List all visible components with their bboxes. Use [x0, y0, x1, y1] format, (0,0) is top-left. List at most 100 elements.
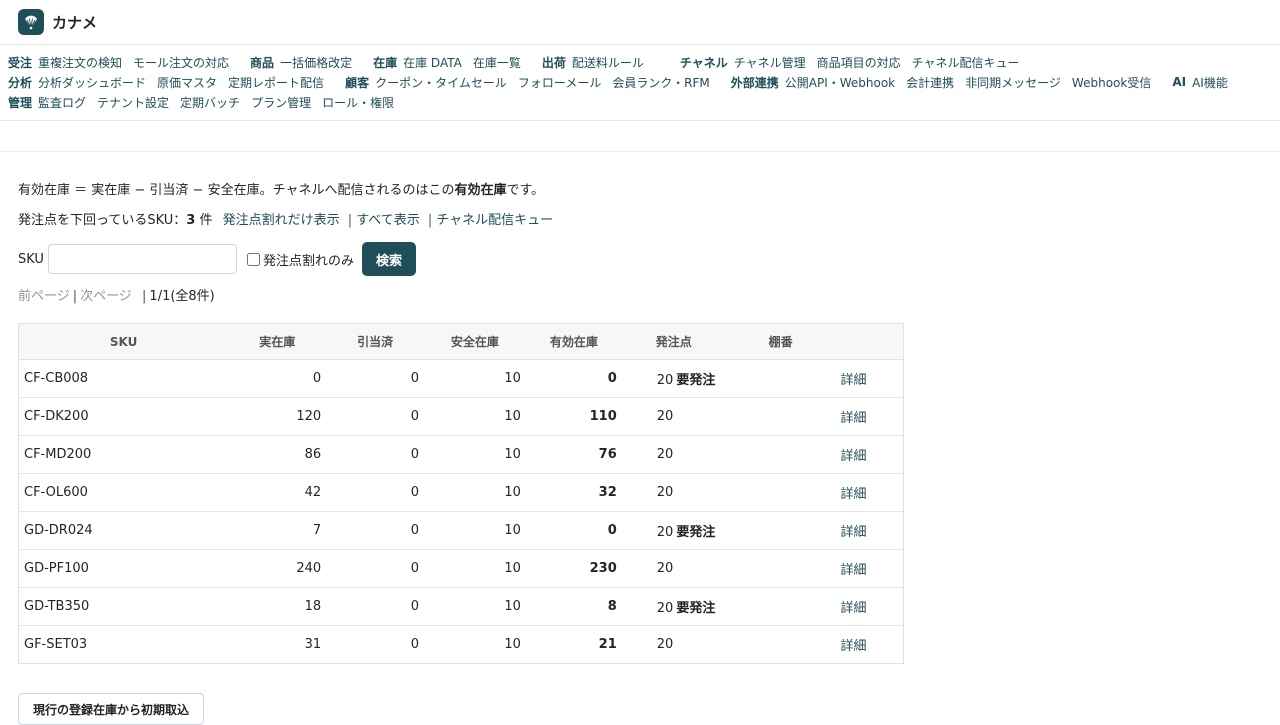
- reorder-value: 20: [656, 373, 674, 388]
- nav-link[interactable]: 分析ダッシュボード: [38, 74, 146, 91]
- nav-link[interactable]: ロール・権限: [322, 94, 394, 111]
- nav-category: AI: [1172, 75, 1187, 89]
- detail-link[interactable]: 詳細: [841, 449, 867, 464]
- reorder-only-checkbox[interactable]: [246, 252, 260, 266]
- nav-link[interactable]: 会計連携: [906, 74, 954, 91]
- reorder-unit: 件: [199, 213, 213, 228]
- column-header-stock[interactable]: 実在庫: [228, 323, 327, 360]
- nav-link[interactable]: フォローメール: [518, 74, 602, 91]
- sku-cell: GD-DR024: [18, 511, 229, 550]
- sku-cell: GF-SET03: [18, 625, 229, 664]
- search-button[interactable]: 検索: [361, 242, 416, 276]
- next-page-link[interactable]: 次ページ: [80, 289, 132, 304]
- nav-link[interactable]: クーポン・タイムセール: [375, 74, 507, 91]
- nav-link[interactable]: Webhook受信: [1072, 74, 1151, 91]
- column-header-effective[interactable]: 有効在庫: [525, 323, 622, 360]
- nav-link[interactable]: プラン管理: [251, 94, 311, 111]
- nav-link[interactable]: 配送料ルール: [572, 54, 644, 71]
- column-header-safety[interactable]: 安全在庫: [424, 323, 526, 360]
- action-cell: 詳細: [835, 397, 904, 436]
- main-nav: 受注 重複注文の検知 モール注文の対応 商品 一括価格改定 在庫 在庫 DATA 在庫一覧 出荷…: [0, 44, 1280, 121]
- nav-link[interactable]: 重複注文の検知: [38, 54, 122, 71]
- reorder-required-badge: 要発注: [676, 373, 716, 388]
- nav-category: 管理: [8, 95, 33, 110]
- nav-link[interactable]: AI機能: [1192, 74, 1228, 91]
- reorder-value: 20: [656, 637, 674, 652]
- nav-category: チャネル: [679, 55, 728, 70]
- reorder-value: 20: [656, 447, 674, 462]
- nav-link[interactable]: 原価マスタ: [157, 74, 217, 91]
- main-content: 有効在庫 ＝ 実在庫 − 引当済 − 安全在庫。チャネルへ配信されるのはこの有効…: [0, 152, 1280, 664]
- column-header-shelf[interactable]: 棚番: [725, 323, 836, 360]
- sku-input[interactable]: [47, 244, 237, 274]
- nav-link[interactable]: テナント設定: [97, 94, 169, 111]
- nav-row: 受注 重複注文の検知 モール注文の対応 商品 一括価格改定 在庫 在庫 DATA 在庫一覧 出荷…: [8, 52, 1280, 72]
- allocated-cell: 0: [326, 625, 424, 664]
- sub-bar: [0, 121, 1280, 152]
- allocated-cell: 0: [326, 359, 424, 398]
- fan-icon[interactable]: [18, 9, 44, 35]
- action-cell: 詳細: [835, 511, 904, 550]
- column-header-reorder[interactable]: 発注点: [621, 323, 726, 360]
- reorder-value: 20: [656, 409, 674, 424]
- inventory-table: SKU 実在庫 引当済 安全在庫 有効在庫 発注点 棚番 CF-CB008 0 0 1…: [18, 323, 904, 664]
- nav-link[interactable]: モール注文の対応: [133, 54, 229, 71]
- nav-link[interactable]: 在庫一覧: [473, 54, 521, 71]
- shelf-cell: [725, 549, 836, 588]
- sku-cell: CF-MD200: [18, 435, 229, 474]
- reorder-value: 20: [656, 525, 674, 540]
- nav-group: 管理 監査ログ テナント設定 定期バッチ プラン管理 ロール・権限: [8, 94, 405, 111]
- nav-category: 外部連携: [730, 75, 779, 90]
- prev-page-link[interactable]: 前ページ: [18, 289, 70, 304]
- detail-link[interactable]: 詳細: [841, 639, 867, 654]
- nav-link[interactable]: チャネル配信キュー: [912, 54, 1020, 71]
- nav-group: 出荷 配送料ルール: [542, 54, 655, 71]
- safety-cell: 10: [424, 359, 526, 398]
- sku-cell: CF-OL600: [18, 473, 229, 512]
- effective-stock-description: 有効在庫 ＝ 実在庫 − 引当済 − 安全在庫。チャネルへ配信されるのはこの有効…: [18, 180, 1280, 202]
- safety-cell: 10: [424, 625, 526, 664]
- nav-group: 受注 重複注文の検知 モール注文の対応: [8, 54, 240, 71]
- stock-cell: 18: [228, 587, 327, 626]
- reorder-only-checkbox-label[interactable]: 発注点割れのみ: [246, 250, 354, 269]
- detail-link[interactable]: 詳細: [841, 411, 867, 426]
- nav-link[interactable]: 非同期メッセージ: [965, 74, 1061, 91]
- nav-link[interactable]: 公開API・Webhook: [785, 74, 895, 91]
- effective-cell: 8: [525, 587, 622, 626]
- sku-cell: GD-TB350: [18, 587, 229, 626]
- nav-link[interactable]: 商品項目の対応: [817, 54, 901, 71]
- separator: |: [142, 289, 147, 304]
- table-row: GD-TB350 18 0 10 8 20 要発注 詳細: [18, 587, 904, 626]
- detail-link[interactable]: 詳細: [841, 601, 867, 616]
- nav-link[interactable]: チャネル管理: [734, 54, 806, 71]
- effective-cell: 0: [525, 511, 622, 550]
- show-all-link[interactable]: すべて表示: [356, 213, 420, 228]
- shelf-cell: [725, 359, 836, 398]
- reorder-cell: 20 要発注: [621, 359, 726, 398]
- nav-link[interactable]: 一括価格改定: [280, 54, 352, 71]
- page-info: 1/1(全8件): [149, 289, 215, 304]
- nav-link[interactable]: 在庫 DATA: [403, 54, 462, 71]
- channel-queue-link[interactable]: チャネル配信キュー: [436, 213, 553, 228]
- column-header-sku[interactable]: SKU: [18, 323, 229, 360]
- reorder-prefix: 発注点を下回っているSKU：: [18, 213, 187, 228]
- detail-link[interactable]: 詳細: [841, 373, 867, 388]
- nav-link[interactable]: 会員ランク・RFM: [612, 74, 709, 91]
- stock-cell: 42: [228, 473, 327, 512]
- nav-link[interactable]: 監査ログ: [38, 94, 86, 111]
- detail-link[interactable]: 詳細: [841, 563, 867, 578]
- search-form: SKU 発注点割れのみ 検索: [18, 242, 1280, 276]
- initial-import-button[interactable]: 現行の登録在庫から初期取込: [18, 693, 205, 725]
- detail-link[interactable]: 詳細: [841, 487, 867, 502]
- allocated-cell: 0: [326, 473, 424, 512]
- nav-category: 顧客: [345, 75, 370, 90]
- nav-link[interactable]: 定期バッチ: [180, 94, 240, 111]
- reorder-count: 3: [186, 213, 196, 228]
- nav-link[interactable]: 定期レポート配信: [228, 74, 324, 91]
- table-row: CF-OL600 42 0 10 32 20 詳細: [18, 473, 904, 512]
- column-header-allocated[interactable]: 引当済: [326, 323, 424, 360]
- app-name[interactable]: カナメ: [52, 12, 97, 33]
- effective-cell: 76: [525, 435, 622, 474]
- filter-reorder-link[interactable]: 発注点割れだけ表示: [223, 213, 340, 228]
- detail-link[interactable]: 詳細: [841, 525, 867, 540]
